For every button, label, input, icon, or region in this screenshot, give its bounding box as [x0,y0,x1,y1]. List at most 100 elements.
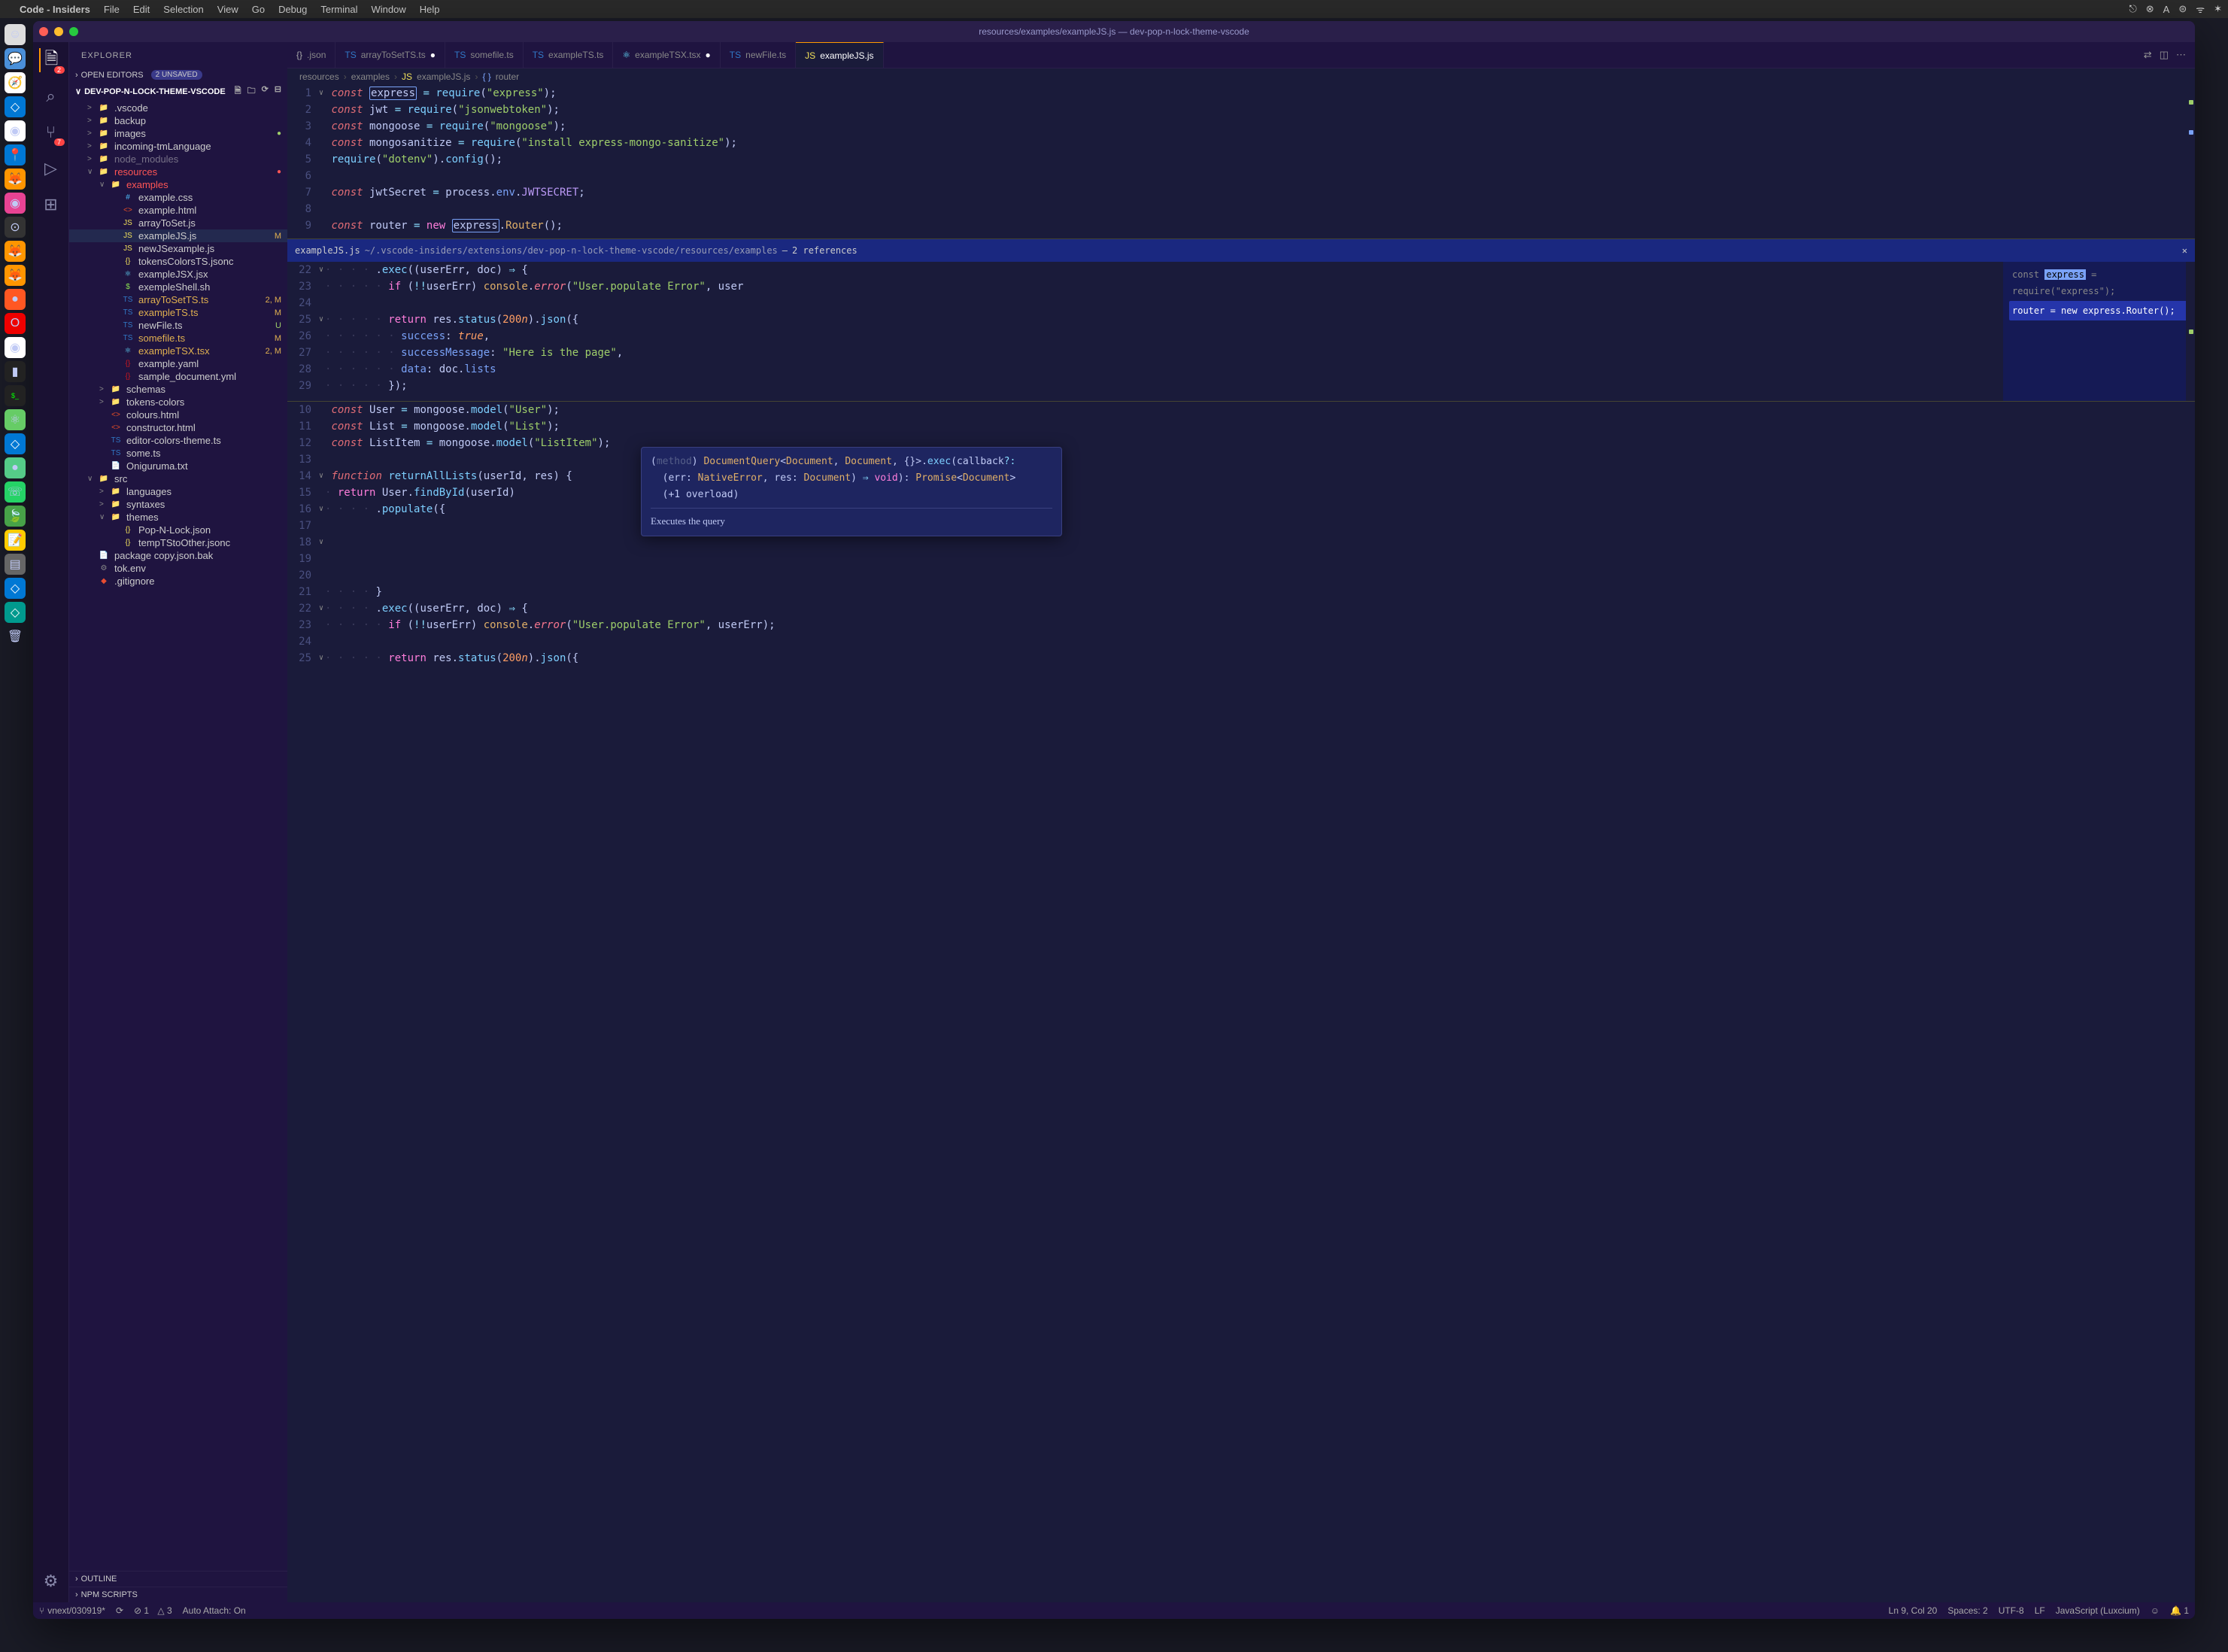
menubar-status-icon[interactable]: ⎋ [2129,3,2136,15]
menu-file[interactable]: File [104,4,120,15]
dock-vscode-icon[interactable]: ◇ [5,96,26,117]
breadcrumb-segment[interactable]: exampleJS.js [417,71,470,82]
dock-finder-icon[interactable]: ☺ [5,24,26,45]
tree-item[interactable]: >📁backup [69,114,287,127]
menubar-bluetooth-icon[interactable]: ✶ [2214,3,2222,15]
activity-search-icon[interactable]: ⌕ [39,84,63,108]
refresh-icon[interactable]: ⟳ [262,84,269,99]
minimap[interactable] [2186,85,2195,238]
dock-firefox-icon[interactable]: 🦊 [5,169,26,190]
tree-item[interactable]: TSeditor-colors-theme.ts [69,434,287,447]
dock-app-icon[interactable]: ▤ [5,554,26,575]
tree-item[interactable]: ∨📁examples [69,178,287,191]
tree-item[interactable]: ⚙tok.env [69,562,287,575]
status-eol[interactable]: LF [2035,1605,2045,1616]
tree-item[interactable]: TSsomefile.tsM [69,332,287,345]
outline-section[interactable]: ›OUTLINE [69,1571,287,1587]
tree-item[interactable]: <>example.html [69,204,287,217]
dock-app-icon[interactable]: 📍 [5,144,26,166]
dock-app-icon[interactable]: ◉ [5,193,26,214]
tree-item[interactable]: TSnewFile.tsU [69,319,287,332]
dock-postman-icon[interactable]: ● [5,289,26,310]
editor-tab[interactable]: {}.json [287,42,335,68]
menu-window[interactable]: Window [372,4,406,15]
collapse-icon[interactable]: ⊟ [275,84,281,99]
peek-ref-item[interactable]: router = new express.Router(); [2009,301,2189,320]
dock-vscode-insiders-icon[interactable]: ◇ [5,602,26,623]
maximize-window-button[interactable] [69,27,78,36]
more-actions-icon[interactable]: ⋯ [2176,49,2186,61]
dock-app-icon[interactable]: ● [5,457,26,478]
tree-item[interactable]: >📁tokens-colors [69,396,287,408]
tree-item[interactable]: JSarrayToSet.js [69,217,287,229]
tree-item[interactable]: >📁incoming-tmLanguage [69,140,287,153]
minimize-window-button[interactable] [54,27,63,36]
dock-vscode-icon[interactable]: ◇ [5,578,26,599]
activity-explorer-icon[interactable]: 🗎2 [39,48,63,72]
tree-item[interactable]: {}tempTStoOther.jsonc [69,536,287,549]
editor-tab[interactable]: TSarrayToSetTS.ts● [335,42,445,68]
menu-go[interactable]: Go [252,4,265,15]
compare-changes-icon[interactable]: ⇄ [2144,49,2152,61]
dock-messages-icon[interactable]: 💬 [5,48,26,69]
menu-edit[interactable]: Edit [133,4,150,15]
activity-scm-icon[interactable]: ⑂7 [39,120,63,144]
tree-item[interactable]: <>colours.html [69,408,287,421]
tree-item[interactable]: >📁syntaxes [69,498,287,511]
tree-item[interactable]: >📁.vscode [69,102,287,114]
tree-item[interactable]: ∨📁src [69,472,287,485]
status-spaces[interactable]: Spaces: 2 [1947,1605,1987,1616]
tree-item[interactable]: <>constructor.html [69,421,287,434]
tree-item[interactable]: JSnewJSexample.js [69,242,287,255]
split-editor-icon[interactable]: ◫ [2160,49,2169,61]
tree-item[interactable]: >📁languages [69,485,287,498]
dock-whatsapp-icon[interactable]: ☏ [5,481,26,503]
dock-terminal-icon[interactable]: $_ [5,385,26,406]
tree-item[interactable]: >📁schemas [69,383,287,396]
dock-chrome-icon[interactable]: ◉ [5,120,26,141]
menubar-wifi-icon[interactable]: ᯤ [2196,2,2205,16]
new-folder-icon[interactable]: 🗀 [247,84,256,99]
dock-mongodb-icon[interactable]: 🍃 [5,506,26,527]
peek-code[interactable]: 22∨· · · · .exec((userErr, doc) ⇒ { 23· … [287,262,2003,401]
editor-tab[interactable]: TSnewFile.ts [721,42,796,68]
tree-item[interactable]: TSsome.ts [69,447,287,460]
menu-view[interactable]: View [217,4,238,15]
app-name[interactable]: Code - Insiders [20,4,90,15]
tree-item[interactable]: ∨📁themes [69,511,287,524]
tree-item[interactable]: ◆.gitignore [69,575,287,588]
tree-item[interactable]: ⚛exampleJSX.jsx [69,268,287,281]
breadcrumb-segment[interactable]: router [496,71,519,82]
menubar-wifi-icon[interactable]: ⊜ [2178,3,2187,15]
tree-item[interactable]: TSarrayToSetTS.ts2, M [69,293,287,306]
tree-item[interactable]: {}tokensColorsTS.jsonc [69,255,287,268]
tree-item[interactable]: TSexampleTS.tsM [69,306,287,319]
menu-help[interactable]: Help [420,4,440,15]
tree-item[interactable]: 📄package copy.json.bak [69,549,287,562]
dock-safari-icon[interactable]: 🧭 [5,72,26,93]
tree-item[interactable]: 📄Oniguruma.txt [69,460,287,472]
editor-tab[interactable]: TSexampleTS.ts [524,42,614,68]
close-window-button[interactable] [39,27,48,36]
status-bell-icon[interactable]: 🔔 1 [2170,1605,2189,1616]
dock-firefox-icon[interactable]: 🦊 [5,265,26,286]
breadcrumb-segment[interactable]: resources [299,71,339,82]
menu-terminal[interactable]: Terminal [320,4,357,15]
menubar-status-icon[interactable]: ⊗ [2146,3,2154,15]
code-editor-top[interactable]: 1∨ const express = require("express"); 2… [287,85,2195,239]
peek-ref-item[interactable]: const express = require("express"); [2009,265,2189,301]
tree-item[interactable]: >📁images● [69,127,287,140]
dock-notes-icon[interactable]: 📝 [5,530,26,551]
activity-debug-icon[interactable]: ▷ [39,156,63,181]
status-cursor[interactable]: Ln 9, Col 20 [1889,1605,1938,1616]
open-editors-section[interactable]: › OPEN EDITORS 2 UNSAVED [69,68,287,81]
tree-item[interactable]: {}Pop-N-Lock.json [69,524,287,536]
menu-selection[interactable]: Selection [163,4,203,15]
peek-close-icon[interactable]: ✕ [2182,242,2187,259]
menubar-status-icon[interactable]: A [2163,4,2170,15]
editor-tab[interactable]: JSexampleJS.js [796,42,883,68]
status-language[interactable]: JavaScript (Luxcium) [2056,1605,2140,1616]
status-problems[interactable]: ⊘ 1 △ 3 [134,1605,172,1616]
dock-trash-icon[interactable]: 🗑 [5,626,26,647]
breadcrumb[interactable]: resources› examples› JS exampleJS.js› { … [287,68,2195,85]
